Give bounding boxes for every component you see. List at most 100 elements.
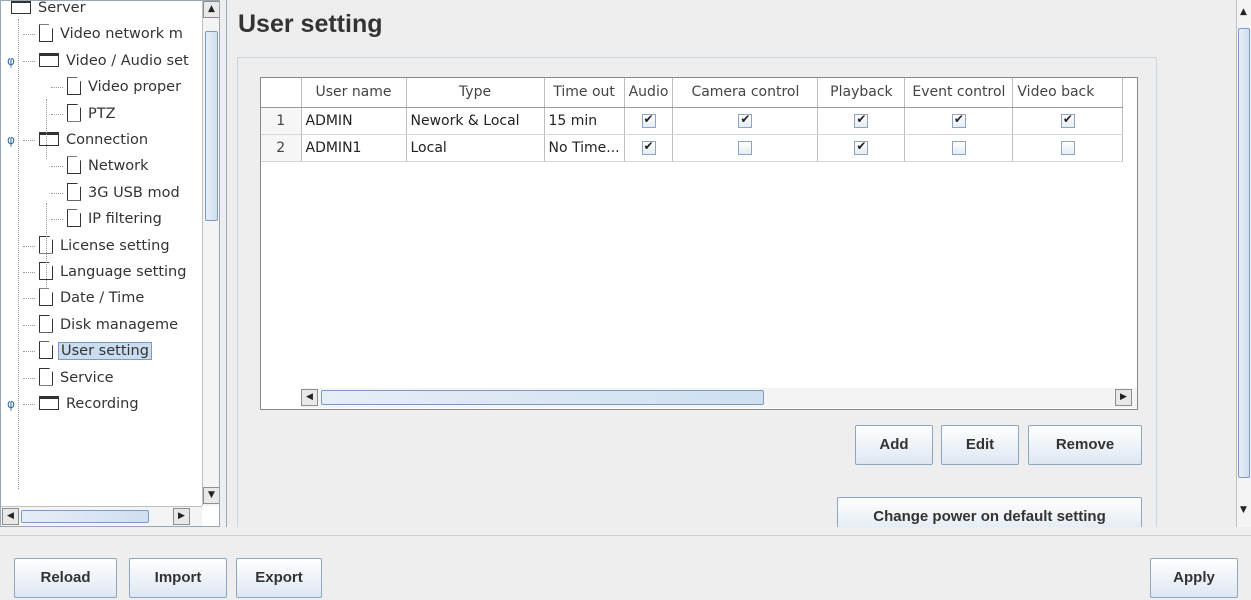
tree-item[interactable]: Language setting [39, 259, 188, 285]
audio-checkbox[interactable] [641, 112, 656, 128]
type-cell[interactable]: Nework & Local [406, 107, 545, 135]
tree-connector-line [46, 203, 47, 289]
file-icon [67, 103, 81, 122]
playback-checkbox[interactable] [854, 139, 869, 155]
reload-button[interactable]: Reload [14, 558, 117, 598]
tree-item[interactable]: Date / Time [39, 285, 146, 311]
scroll-left-arrow-icon[interactable]: ◀ [2, 508, 19, 525]
user-setting-panel: User setting User name Type Time out Aud… [226, 0, 1236, 527]
video-back-checkbox[interactable] [1060, 140, 1075, 155]
audio-checkbox-cell[interactable] [624, 134, 674, 162]
tree-item[interactable]: Network [67, 153, 151, 179]
row-number-cell[interactable]: 1 [261, 107, 302, 135]
tree-item[interactable]: Server [11, 1, 88, 21]
tree-item-label: Disk manageme [60, 316, 179, 333]
main-scroll-down-arrow-icon[interactable]: ▼ [1236, 503, 1251, 520]
column-header-camera-control[interactable]: Camera control [672, 78, 819, 108]
scroll-up-arrow-icon[interactable]: ▲ [203, 1, 219, 18]
folder-icon [39, 132, 59, 146]
column-header-user-name[interactable]: User name [301, 78, 407, 108]
column-header-audio[interactable]: Audio [624, 78, 674, 108]
main-vertical-scroll-thumb[interactable] [1238, 28, 1250, 478]
tree-item[interactable]: User setting [39, 338, 152, 364]
apply-button[interactable]: Apply [1150, 558, 1238, 598]
main-vertical-scrollbar[interactable]: ▲ ▼ [1236, 0, 1251, 527]
tree-item-label: PTZ [88, 105, 116, 122]
audio-checkbox[interactable] [641, 139, 656, 155]
tree-item-label: 3G USB mod [88, 184, 180, 201]
scroll-down-arrow-icon[interactable]: ▼ [203, 487, 219, 504]
tree-item-label: Language setting [60, 264, 187, 280]
row-number-cell[interactable]: 2 [261, 134, 302, 162]
table-horizontal-scroll-thumb[interactable] [321, 390, 764, 405]
table-scroll-left-arrow-icon[interactable]: ◀ [301, 389, 318, 406]
edit-user-button[interactable]: Edit [941, 425, 1019, 465]
table-scroll-right-arrow-icon[interactable]: ▶ [1115, 389, 1132, 406]
table-row[interactable]: 2 ADMIN1 Local No Time... [261, 134, 1124, 162]
tree-item[interactable]: Video proper [67, 74, 183, 100]
tree-item[interactable]: Video / Audio set [39, 48, 191, 74]
export-button[interactable]: Export [236, 558, 322, 598]
type-cell[interactable]: Local [406, 134, 545, 162]
tree-item[interactable]: Service [39, 365, 116, 391]
playback-checkbox[interactable] [854, 112, 869, 128]
file-icon [39, 288, 53, 307]
tree-item[interactable]: 3G USB mod [67, 180, 182, 206]
add-user-button[interactable]: Add [855, 425, 933, 465]
tree-connector-line [51, 113, 63, 115]
tree-item[interactable]: Recording [39, 391, 141, 417]
tree-connector-line [23, 298, 35, 300]
column-header-video-back[interactable]: Video back [1012, 78, 1124, 108]
camera-control-checkbox-cell[interactable] [672, 107, 819, 135]
tree-horizontal-scroll-thumb[interactable] [21, 510, 149, 523]
event-control-checkbox-cell[interactable] [904, 107, 1014, 135]
playback-checkbox-cell[interactable] [817, 107, 906, 135]
column-header-row-number[interactable] [261, 78, 302, 108]
change-power-on-default-button[interactable]: Change power on default setting [837, 497, 1142, 527]
tree-item[interactable]: Video network m [39, 21, 185, 47]
time-out-cell[interactable]: No Time... [544, 134, 625, 162]
user-grid: User name Type Time out Audio Camera con… [261, 78, 1124, 162]
playback-checkbox-cell[interactable] [817, 134, 906, 162]
user-name-cell[interactable]: ADMIN1 [301, 134, 407, 162]
video-back-checkbox-cell[interactable] [1012, 107, 1124, 135]
expand-toggle-icon[interactable]: φ [7, 127, 15, 153]
expand-toggle-icon[interactable]: φ [7, 391, 15, 417]
file-icon [67, 209, 81, 228]
tree-vertical-scroll-thumb[interactable] [205, 31, 218, 221]
remove-user-button[interactable]: Remove [1028, 425, 1142, 465]
column-header-time-out[interactable]: Time out [544, 78, 625, 108]
event-control-checkbox[interactable] [951, 140, 966, 155]
tree-item[interactable]: Connection [39, 127, 150, 153]
tree-horizontal-scrollbar[interactable]: ◀ ▶ [1, 506, 202, 526]
tree-item[interactable]: PTZ [67, 101, 118, 127]
video-back-checkbox[interactable] [1060, 112, 1075, 128]
audio-checkbox-cell[interactable] [624, 107, 674, 135]
camera-control-checkbox[interactable] [738, 112, 753, 128]
video-back-checkbox-cell[interactable] [1012, 134, 1124, 162]
camera-control-checkbox-cell[interactable] [672, 134, 819, 162]
tree-vertical-scrollbar[interactable]: ▲ ▼ [202, 1, 219, 506]
tree-item[interactable]: Disk manageme [39, 312, 180, 338]
user-table[interactable]: User name Type Time out Audio Camera con… [260, 77, 1138, 410]
column-header-event-control[interactable]: Event control [904, 78, 1014, 108]
column-header-playback[interactable]: Playback [817, 78, 906, 108]
import-button[interactable]: Import [129, 558, 227, 598]
user-name-cell[interactable]: ADMIN [301, 107, 407, 135]
event-control-checkbox[interactable] [951, 112, 966, 128]
event-control-checkbox-cell[interactable] [904, 134, 1014, 162]
camera-control-checkbox[interactable] [738, 140, 753, 155]
bottom-action-bar: Reload Import Export Apply [0, 535, 1251, 600]
page-title: User setting [238, 10, 383, 38]
main-scroll-up-arrow-icon[interactable]: ▲ [1236, 5, 1251, 22]
expand-toggle-icon[interactable]: φ [7, 48, 15, 74]
file-icon [39, 24, 53, 43]
time-out-cell[interactable]: 15 min [544, 107, 625, 135]
tree-item[interactable]: IP filtering [67, 206, 164, 232]
folder-icon [39, 396, 59, 410]
table-row[interactable]: 1 ADMIN Nework & Local 15 min [261, 107, 1124, 135]
column-header-type[interactable]: Type [406, 78, 545, 108]
scroll-right-arrow-icon[interactable]: ▶ [173, 508, 190, 525]
table-horizontal-scrollbar[interactable]: ◀ ▶ [301, 388, 1137, 408]
tree-item[interactable]: License setting [39, 233, 172, 259]
